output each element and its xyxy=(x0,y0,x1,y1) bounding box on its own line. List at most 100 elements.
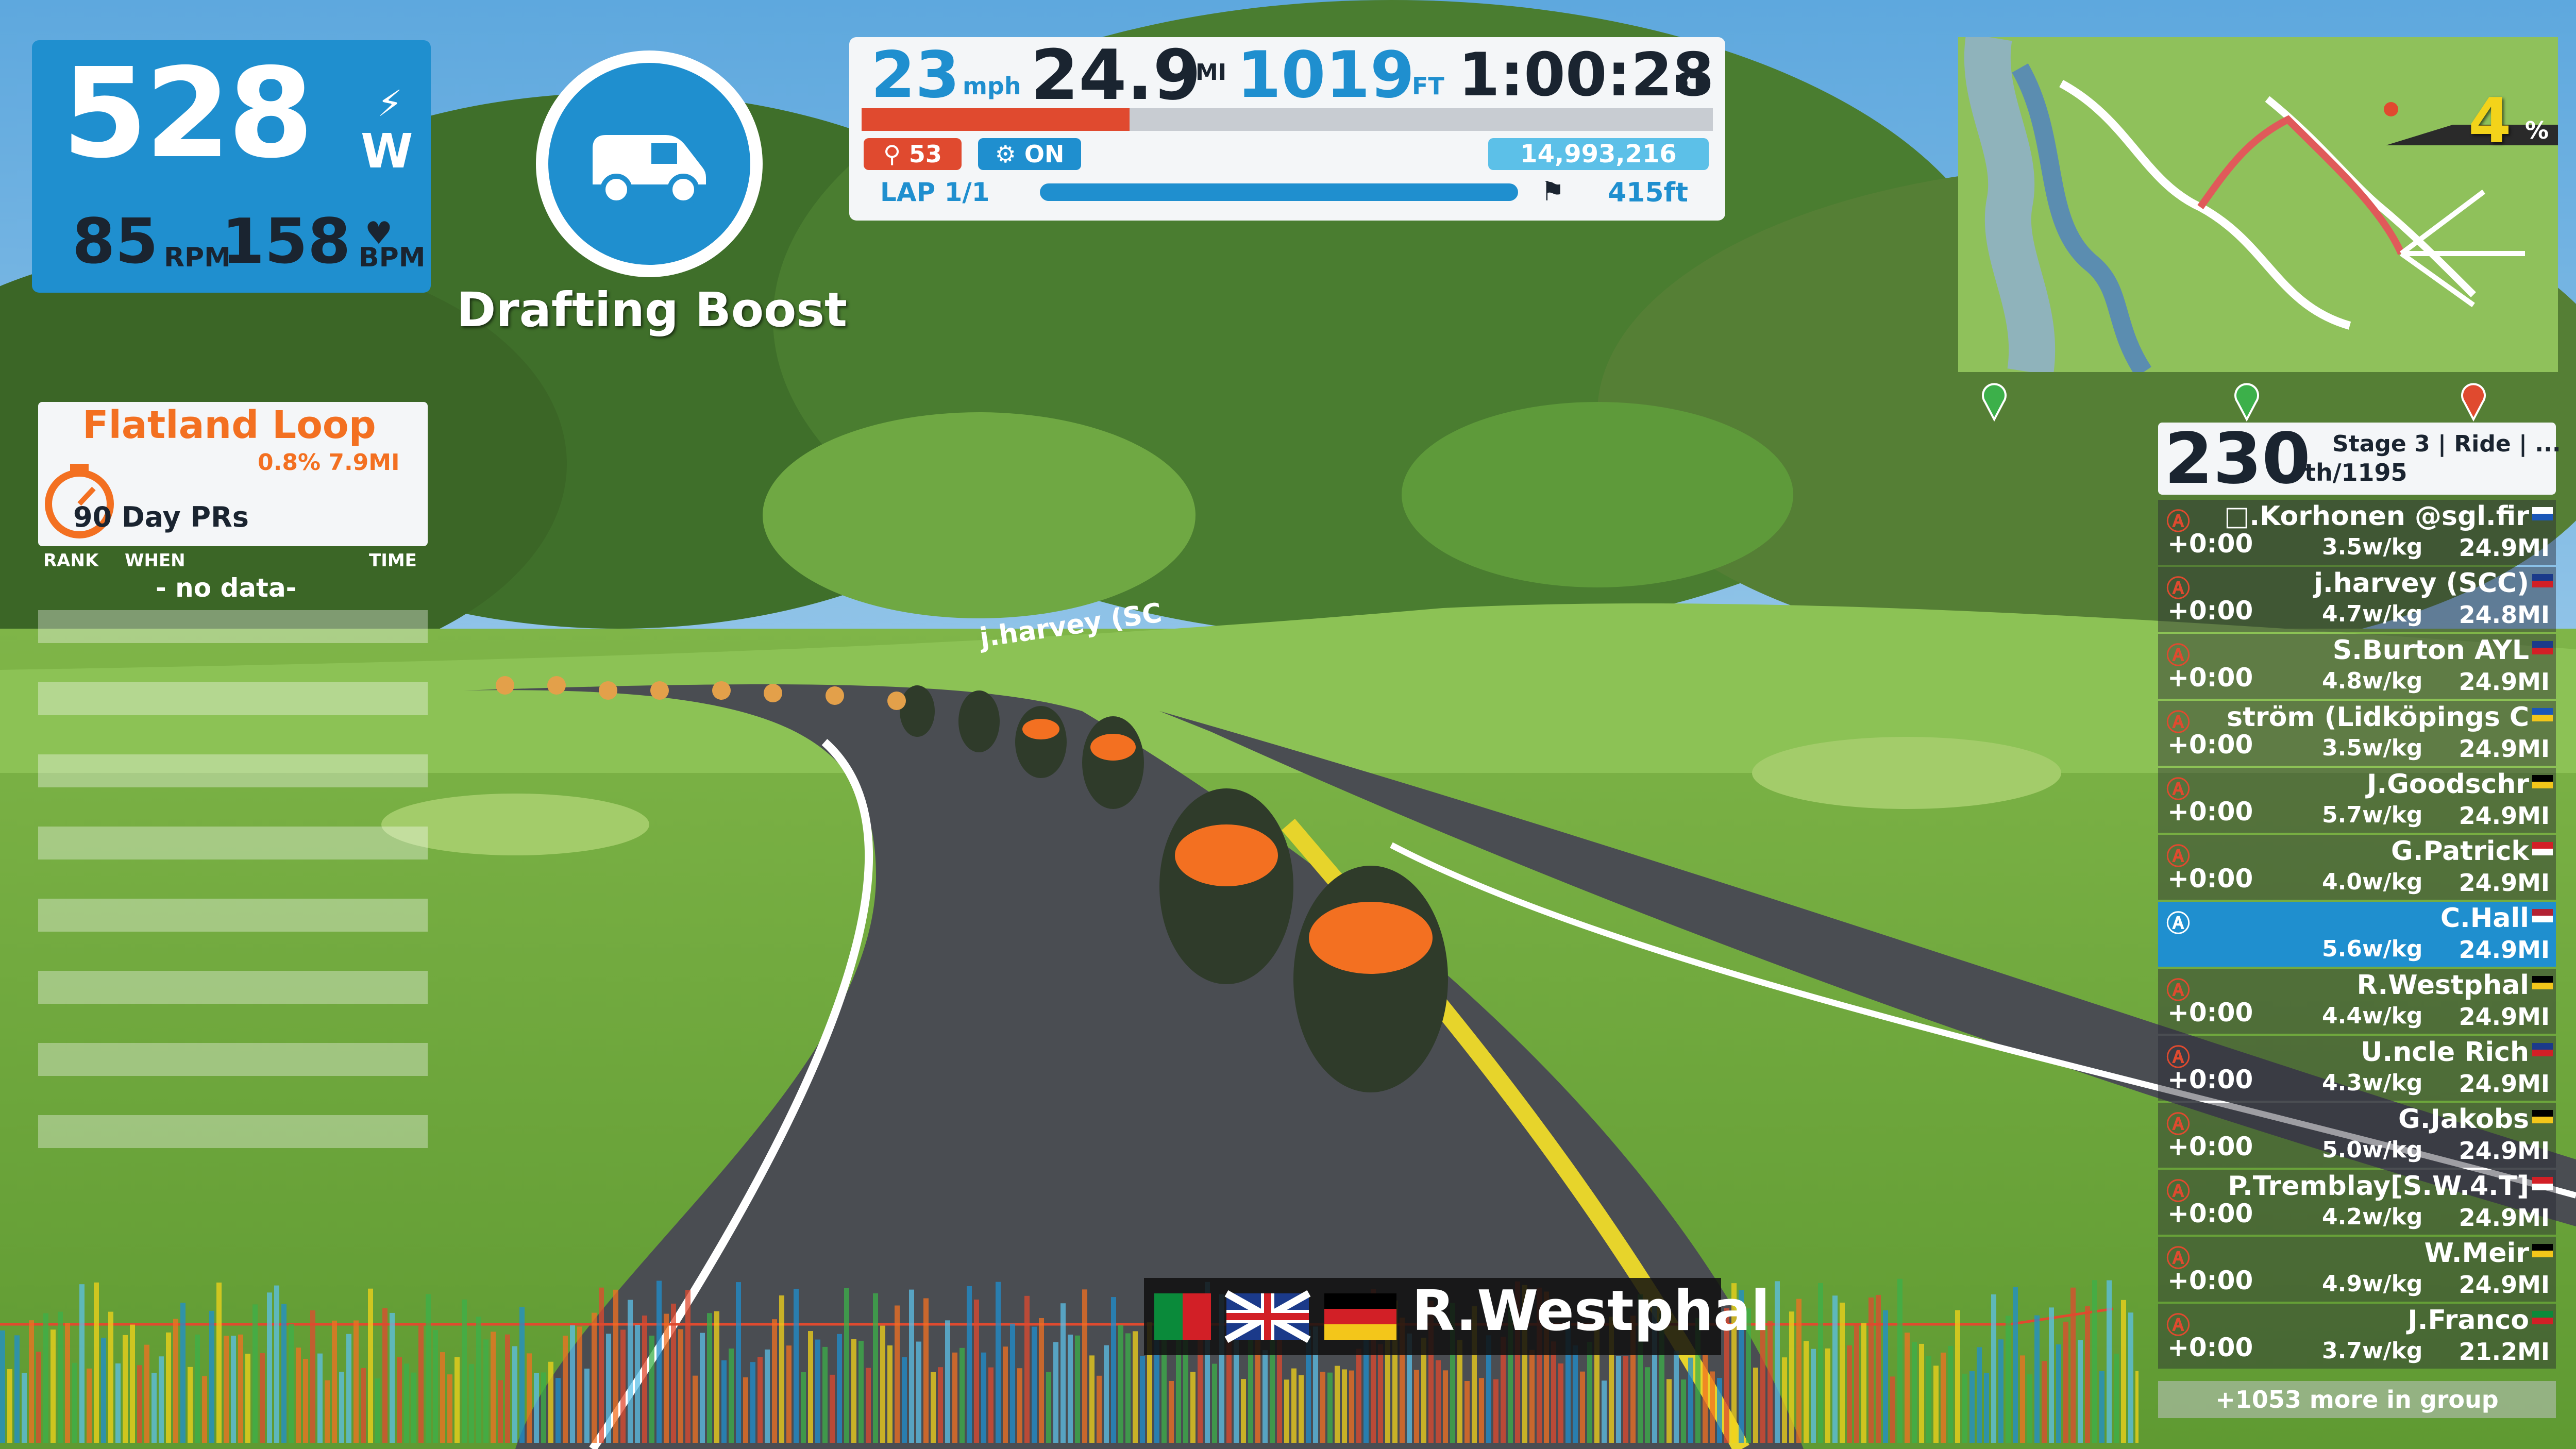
power-graph-bar xyxy=(1847,1345,1852,1443)
rider-gap: +0:00 xyxy=(2167,1333,2253,1362)
col-when: WHEN xyxy=(125,550,186,571)
leaderboard-row[interactable]: Ⓐ G.Patrick +0:00 4.0w/kg 24.9MI xyxy=(2158,835,2556,900)
power-graph-bar xyxy=(1493,1379,1499,1443)
rider-distance: 24.9MI xyxy=(2459,1003,2550,1031)
rider-name: C.Hall xyxy=(2440,903,2529,934)
power-graph-bar xyxy=(1703,1355,1708,1443)
power-graph xyxy=(0,1278,2139,1443)
power-graph-bar xyxy=(2020,1355,2025,1443)
power-graph-bar xyxy=(1140,1356,1145,1443)
power-graph-bar xyxy=(1262,1350,1268,1443)
power-graph-bar xyxy=(563,1336,568,1443)
power-graph-bar xyxy=(1789,1311,1794,1443)
distance-value: 24.9 xyxy=(1031,35,1201,115)
power-graph-bar xyxy=(923,1298,929,1443)
rider-distance: 24.9MI xyxy=(2459,936,2550,964)
power-graph-bar xyxy=(1861,1323,1866,1443)
power-graph-bar xyxy=(2063,1321,2068,1443)
power-graph-bar xyxy=(1674,1351,1679,1443)
power-graph-bar xyxy=(714,1311,719,1443)
power-graph-bar xyxy=(144,1344,149,1443)
leaderboard-row[interactable]: Ⓐ U.ncle Rich +0:00 4.3w/kg 24.9MI xyxy=(2158,1036,2556,1101)
more-in-group[interactable]: +1053 more in group xyxy=(2158,1381,2556,1418)
pr-row xyxy=(38,682,428,715)
leaderboard-row[interactable]: Ⓐ J.Goodschr +0:00 5.7w/kg 24.9MI xyxy=(2158,768,2556,833)
leaderboard-total: th/1195 xyxy=(2304,459,2407,486)
rider-name: J.Franco xyxy=(2407,1305,2529,1336)
power-graph-bar xyxy=(1378,1344,1383,1443)
leaderboard-row[interactable]: Ⓐ C.Hall 5.6w/kg 24.9MI xyxy=(2158,902,2556,967)
power-graph-bar xyxy=(635,1324,640,1443)
power-graph-bar xyxy=(1212,1363,1217,1443)
power-graph-bar xyxy=(1977,1347,1982,1443)
power-graph-bar xyxy=(1666,1379,1672,1443)
power-graph-bar xyxy=(822,1346,828,1443)
power-graph-bar xyxy=(43,1313,48,1443)
rider-name: G.Patrick xyxy=(2391,836,2529,867)
power-graph-bar xyxy=(1717,1378,1722,1443)
rider-name: □.Korhonen @sgl.fir xyxy=(2224,501,2529,532)
power-graph-bar xyxy=(693,1375,698,1443)
power-graph-bar xyxy=(130,1324,135,1443)
rider-name: W.Meir xyxy=(2424,1238,2529,1269)
power-graph-bar xyxy=(1876,1294,1881,1443)
power-graph-bar xyxy=(115,1363,121,1443)
leaderboard-row[interactable]: Ⓐ W.Meir +0:00 4.9w/kg 24.9MI xyxy=(2158,1237,2556,1302)
power-graph-bar xyxy=(656,1280,662,1443)
power-graph-bar xyxy=(1075,1335,1080,1443)
power-graph-bar xyxy=(296,1347,301,1443)
power-graph-bar xyxy=(779,1295,784,1443)
power-graph-bar xyxy=(260,1353,265,1443)
power-graph-bar xyxy=(2128,1312,2133,1443)
rider-name: j.harvey (SCC) xyxy=(2314,568,2529,599)
power-graph-bar xyxy=(390,1312,395,1443)
power-graph-bar xyxy=(801,1372,806,1443)
heart-rate-unit: BPM xyxy=(359,242,426,273)
power-graph-bar xyxy=(1342,1369,1347,1443)
power-graph-bar xyxy=(1811,1349,1816,1443)
country-flag-icon xyxy=(2532,708,2553,721)
trainer-badge: ⚙ ON xyxy=(978,138,1081,170)
power-graph-bar xyxy=(267,1292,272,1443)
power-graph-bar xyxy=(1125,1333,1131,1443)
power-graph-bar xyxy=(527,1353,532,1443)
power-graph-bar xyxy=(94,1282,99,1443)
powerup-button[interactable] xyxy=(536,50,763,277)
rider-distance: 24.9MI xyxy=(2459,735,2550,763)
leaderboard-row[interactable]: Ⓐ □.Korhonen @sgl.fir +0:00 3.5w/kg 24.9MI xyxy=(2158,500,2556,565)
power-graph-bar xyxy=(22,1373,27,1443)
leaderboard-row[interactable]: Ⓐ P.Tremblay[S.W.4.T] +0:00 4.2w/kg 24.9MI xyxy=(2158,1170,2556,1235)
heart-rate-value: 158 xyxy=(222,206,351,278)
leaderboard-row[interactable]: Ⓐ R.Westphal +0:00 4.4w/kg 24.9MI xyxy=(2158,969,2556,1034)
power-graph-bar xyxy=(1320,1372,1325,1443)
rider-wkg: 4.9w/kg xyxy=(2322,1271,2423,1297)
power-graph-bar xyxy=(685,1290,691,1443)
power-graph-bar xyxy=(1097,1375,1102,1443)
power-graph-bar xyxy=(7,1369,12,1443)
col-rank: RANK xyxy=(43,550,99,571)
power-graph-bar xyxy=(1933,1366,1939,1443)
power-graph-bar xyxy=(1962,1373,1967,1443)
country-flag-icon xyxy=(2532,775,2553,788)
rider-wkg: 4.8w/kg xyxy=(2322,668,2423,694)
leaderboard-row[interactable]: Ⓐ J.Franco +0:00 3.7w/kg 21.2MI xyxy=(2158,1304,2556,1369)
power-graph-bar xyxy=(1291,1368,1297,1443)
leaderboard-row[interactable]: Ⓐ G.Jakobs +0:00 5.0w/kg 24.9MI xyxy=(2158,1103,2556,1168)
rider-wkg: 5.6w/kg xyxy=(2322,936,2423,962)
rider-gap: +0:00 xyxy=(2167,998,2253,1027)
power-graph-bar xyxy=(353,1320,359,1443)
distance-unit: MI xyxy=(1196,59,1227,86)
power-graph-bar xyxy=(858,1340,864,1443)
power-graph-bar xyxy=(1349,1370,1354,1443)
leaderboard-row[interactable]: Ⓐ S.Burton AYL +0:00 4.8w/kg 24.9MI xyxy=(2158,634,2556,699)
rider-name: ström (Lidköpings C xyxy=(2227,702,2529,733)
lap-label: LAP 1/1 xyxy=(880,177,990,207)
power-graph-bar xyxy=(1602,1380,1607,1443)
power-graph-bar xyxy=(29,1320,34,1443)
leaderboard-row[interactable]: Ⓐström (Lidköpings C +0:00 3.5w/kg 24.9MI xyxy=(2158,701,2556,766)
power-graph-bar xyxy=(902,1357,907,1443)
pr-row xyxy=(38,827,428,860)
grade-unit: % xyxy=(2525,116,2549,144)
leaderboard-row[interactable]: Ⓐj.harvey (SCC) +0:00 4.7w/kg 24.8MI xyxy=(2158,567,2556,632)
power-graph-bar xyxy=(1032,1326,1037,1443)
